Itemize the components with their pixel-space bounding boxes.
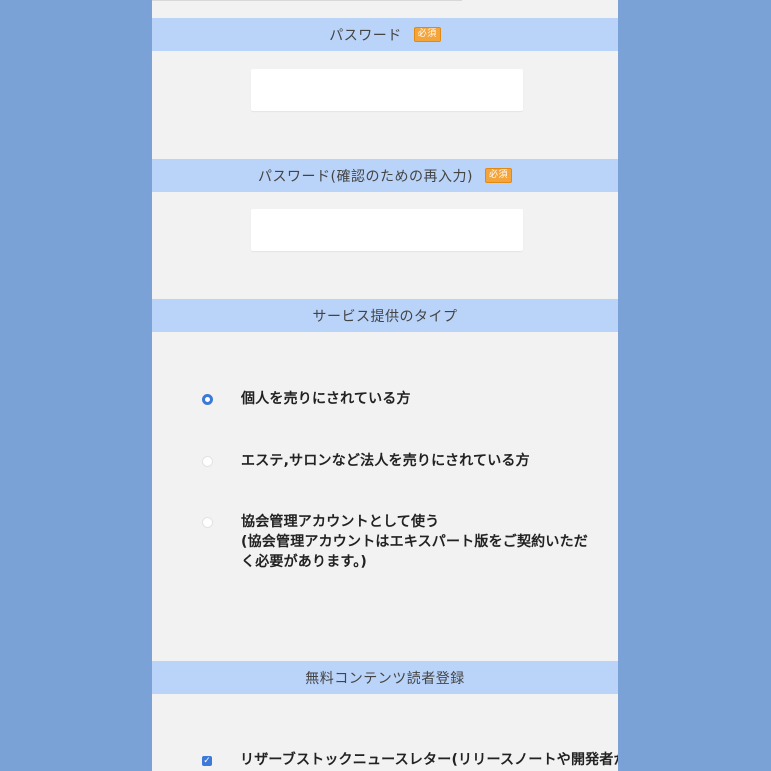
option-label-group: 協会管理アカウントとして使う (協会管理アカウントはエキスパート版をご契約いただ… <box>241 512 592 572</box>
checkbox-label: リザーブストックニュースレター(リリースノートや開発者からのお <box>240 752 618 768</box>
password-confirm-input[interactable] <box>251 209 523 251</box>
service-type-option-individual[interactable]: 個人を売りにされている方 <box>202 389 592 409</box>
free-content-item-newsletter[interactable]: ✓ リザーブストックニュースレター(リリースノートや開発者からのお <box>202 750 618 770</box>
radio-unselected[interactable] <box>202 517 213 528</box>
top-divider <box>152 0 462 1</box>
service-type-section-title: サービス提供のタイプ <box>312 308 458 325</box>
checkbox-checked[interactable]: ✓ <box>202 756 212 766</box>
option-sub-label: (協会管理アカウントはエキスパート版をご契約いただく必要があります。) <box>241 534 588 570</box>
option-label: 個人を売りにされている方 <box>241 391 411 407</box>
service-type-option-corporate[interactable]: エステ,サロンなど法人を売りにされている方 <box>202 451 592 471</box>
password-section-header: パスワード 必須 <box>152 18 618 51</box>
service-type-section-header: サービス提供のタイプ <box>152 299 618 332</box>
password-section-title: パスワード <box>329 27 402 44</box>
password-confirm-section-header: パスワード(確認のための再入力) 必須 <box>152 159 618 192</box>
free-content-section-title: 無料コンテンツ読者登録 <box>305 670 465 687</box>
password-input[interactable] <box>251 69 523 111</box>
service-type-option-association[interactable]: 協会管理アカウントとして使う (協会管理アカウントはエキスパート版をご契約いただ… <box>202 512 592 572</box>
option-label: 協会管理アカウントとして使う <box>241 514 440 530</box>
option-label: エステ,サロンなど法人を売りにされている方 <box>241 453 530 469</box>
free-content-section-header: 無料コンテンツ読者登録 <box>152 661 618 694</box>
required-badge: 必須 <box>484 168 512 183</box>
required-badge: 必須 <box>413 27 441 42</box>
registration-form: パスワード 必須 パスワード(確認のための再入力) 必須 サービス提供のタイプ … <box>152 0 618 771</box>
radio-selected[interactable] <box>202 394 213 405</box>
radio-unselected[interactable] <box>202 456 213 467</box>
password-confirm-section-title: パスワード(確認のための再入力) <box>258 168 473 185</box>
